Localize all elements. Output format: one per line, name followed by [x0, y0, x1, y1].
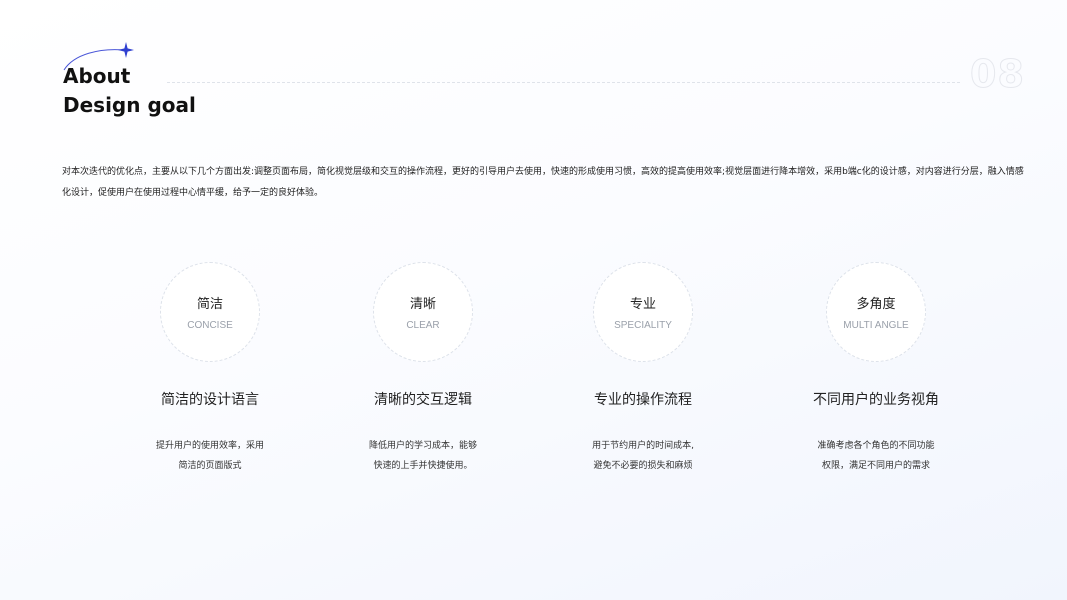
page-title: About Design goal [63, 62, 196, 120]
card-title: 不同用户的业务视角 [813, 392, 939, 408]
card-desc-line-2: 权限，满足不同用户的需求 [821, 461, 930, 471]
circle-label-en: CONCISE [187, 320, 233, 331]
card-description: 准确考虑各个角色的不同功能 权限，满足不同用户的需求 [776, 436, 976, 476]
intro-line-2: 化设计，促使用户在使用过程中心情平缓，给予一定的良好体验。 [62, 188, 324, 198]
intro-paragraph: 对本次迭代的优化点，主要从以下几个方面出发:调整页面布局，简化视觉层级和交互的操… [62, 162, 1024, 204]
card-desc-line-1: 用于节约用户的时间成本, [592, 441, 694, 451]
page-number: 08 [970, 52, 1025, 97]
clear-circle: 清晰 CLEAR [373, 262, 473, 362]
circle-label-en: SPECIALITY [614, 320, 672, 331]
circle-label-cn: 简洁 [196, 297, 223, 312]
card-title: 专业的操作流程 [594, 392, 692, 408]
card-title: 简洁的设计语言 [161, 392, 259, 408]
circle-label-cn: 多角度 [856, 297, 896, 312]
card-description: 降低用户的学习成本，能够 快速的上手并快捷使用。 [323, 436, 523, 476]
card-desc-line-2: 避免不必要的损失和麻烦 [593, 461, 693, 471]
card-desc-line-1: 降低用户的学习成本，能够 [368, 441, 477, 451]
title-line-2: Design goal [63, 93, 196, 117]
circle-label-cn: 清晰 [409, 297, 436, 312]
circle-label-en: CLEAR [406, 320, 440, 331]
card-desc-line-2: 快速的上手并快捷使用。 [373, 461, 473, 471]
circle-label-cn: 专业 [629, 297, 656, 312]
card-desc-line-1: 准确考虑各个角色的不同功能 [817, 441, 935, 451]
card-desc-line-1: 提升用户的使用效率，采用 [155, 441, 264, 451]
card-description: 用于节约用户的时间成本, 避免不必要的损失和麻烦 [543, 436, 743, 476]
card-desc-line-2: 简洁的页面版式 [178, 461, 242, 471]
intro-line-1: 对本次迭代的优化点，主要从以下几个方面出发:调整页面布局，简化视觉层级和交互的操… [62, 167, 1024, 177]
header-divider [167, 82, 960, 83]
concise-circle: 简洁 CONCISE [160, 262, 260, 362]
card-description: 提升用户的使用效率，采用 简洁的页面版式 [110, 436, 310, 476]
speciality-circle: 专业 SPECIALITY [593, 262, 693, 362]
circle-label-en: MULTI ANGLE [843, 320, 909, 331]
title-line-1: About [63, 64, 131, 88]
card-title: 清晰的交互逻辑 [374, 392, 472, 408]
multi-angle-circle: 多角度 MULTI ANGLE [826, 262, 926, 362]
